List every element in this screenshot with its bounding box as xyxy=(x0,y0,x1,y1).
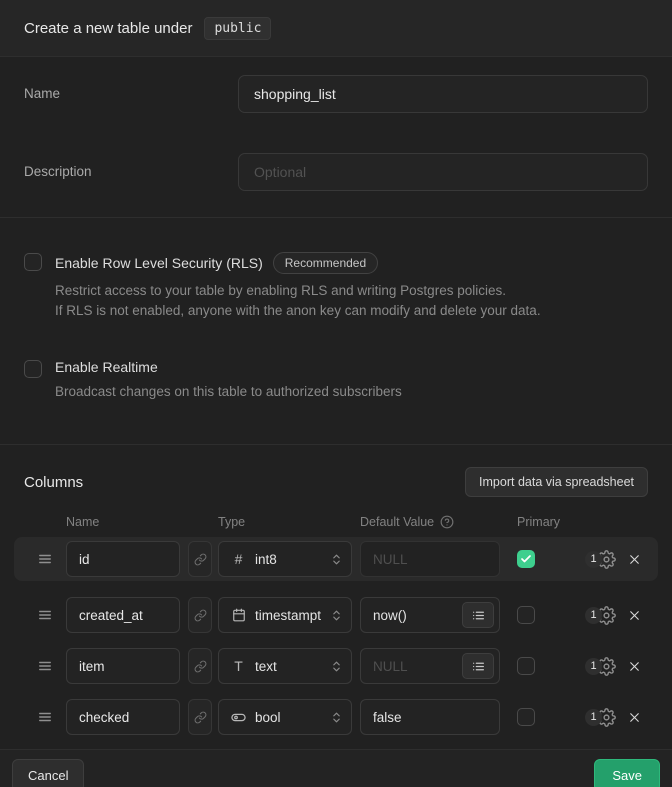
dialog-header: Create a new table under public xyxy=(0,0,672,57)
help-icon[interactable] xyxy=(440,515,454,529)
save-button[interactable]: Save xyxy=(594,759,660,787)
column-settings-button[interactable]: 1 xyxy=(585,550,616,569)
settings-count-badge: 1 xyxy=(585,658,602,675)
columns-header-row: Name Type Default Value Primary xyxy=(14,515,658,529)
close-icon xyxy=(627,608,642,623)
column-type-select[interactable]: T text xyxy=(218,648,352,684)
link-icon xyxy=(194,553,207,566)
primary-checkbox[interactable] xyxy=(517,550,535,568)
chevrons-up-down-icon xyxy=(330,660,343,673)
list-icon xyxy=(472,660,485,673)
column-settings-button[interactable]: 1 xyxy=(585,657,616,676)
column-row: # int8 NULL 1 xyxy=(14,537,658,581)
settings-count-badge: 1 xyxy=(585,709,602,726)
column-name-input[interactable] xyxy=(66,648,180,684)
default-value-list-button[interactable] xyxy=(462,653,494,679)
name-label: Name xyxy=(24,75,238,101)
close-icon xyxy=(627,710,642,725)
check-icon xyxy=(520,553,532,565)
remove-column-button[interactable] xyxy=(627,659,642,674)
import-spreadsheet-button[interactable]: Import data via spreadsheet xyxy=(465,467,648,497)
column-header-type: Type xyxy=(218,515,352,529)
columns-section: Columns Import data via spreadsheet Name… xyxy=(0,445,672,749)
foreign-key-button[interactable] xyxy=(188,597,212,633)
cancel-button[interactable]: Cancel xyxy=(12,759,84,787)
name-input[interactable] xyxy=(238,75,648,113)
hash-icon: # xyxy=(231,551,246,567)
column-row: bool false 1 xyxy=(14,695,658,739)
column-settings-button[interactable]: 1 xyxy=(585,606,616,625)
realtime-option: Enable Realtime Broadcast changes on thi… xyxy=(24,359,648,402)
column-header-primary: Primary xyxy=(517,515,560,529)
chevrons-up-down-icon xyxy=(330,711,343,724)
rls-label: Enable Row Level Security (RLS) xyxy=(55,255,263,271)
realtime-checkbox[interactable] xyxy=(24,360,42,378)
description-label: Description xyxy=(24,153,238,179)
foreign-key-button[interactable] xyxy=(188,648,212,684)
primary-checkbox[interactable] xyxy=(517,708,535,726)
rls-checkbox[interactable] xyxy=(24,253,42,271)
column-type-select[interactable]: # int8 xyxy=(218,541,352,577)
columns-title: Columns xyxy=(24,474,83,491)
remove-column-button[interactable] xyxy=(627,608,642,623)
rls-option: Enable Row Level Security (RLS) Recommen… xyxy=(24,252,648,321)
column-name-input[interactable] xyxy=(66,597,180,633)
calendar-icon xyxy=(231,608,246,622)
drag-handle-icon[interactable] xyxy=(38,659,52,673)
chevrons-up-down-icon xyxy=(330,553,343,566)
remove-column-button[interactable] xyxy=(627,710,642,725)
boolean-icon xyxy=(231,710,246,725)
column-name-input[interactable] xyxy=(66,699,180,735)
link-icon xyxy=(194,711,207,724)
column-type-select[interactable]: bool xyxy=(218,699,352,735)
name-field: Name xyxy=(24,75,648,113)
column-header-default: Default Value xyxy=(360,515,434,529)
list-icon xyxy=(472,609,485,622)
settings-count-badge: 1 xyxy=(585,551,602,568)
schema-badge: public xyxy=(204,17,271,40)
default-value-list-button[interactable] xyxy=(462,602,494,628)
default-value-input[interactable]: NULL xyxy=(360,648,500,684)
link-icon xyxy=(194,660,207,673)
table-options-section: Enable Row Level Security (RLS) Recommen… xyxy=(0,218,672,445)
description-input[interactable] xyxy=(238,153,648,191)
primary-checkbox[interactable] xyxy=(517,606,535,624)
recommended-badge: Recommended xyxy=(273,252,378,274)
column-type-select[interactable]: timestamptz xyxy=(218,597,352,633)
drag-handle-icon[interactable] xyxy=(38,552,52,566)
link-icon xyxy=(194,609,207,622)
create-table-dialog: Create a new table under public Name Des… xyxy=(0,0,672,787)
close-icon xyxy=(627,552,642,567)
realtime-label: Enable Realtime xyxy=(55,359,158,375)
dialog-title: Create a new table under xyxy=(24,20,192,37)
realtime-description: Broadcast changes on this table to autho… xyxy=(55,382,402,402)
column-settings-button[interactable]: 1 xyxy=(585,708,616,727)
column-name-input[interactable] xyxy=(66,541,180,577)
text-type-icon: T xyxy=(231,658,246,674)
default-value-input[interactable]: now() xyxy=(360,597,500,633)
column-row: T text NULL xyxy=(14,644,658,688)
chevrons-up-down-icon xyxy=(330,609,343,622)
primary-checkbox[interactable] xyxy=(517,657,535,675)
default-value-input: NULL xyxy=(360,541,500,577)
column-header-name: Name xyxy=(66,515,180,529)
drag-handle-icon[interactable] xyxy=(38,710,52,724)
rls-description: Restrict access to your table by enablin… xyxy=(55,281,541,321)
table-info-section: Name Description xyxy=(0,57,672,218)
remove-column-button[interactable] xyxy=(627,552,642,567)
dialog-footer: Cancel Save xyxy=(0,749,672,787)
foreign-key-button[interactable] xyxy=(188,699,212,735)
foreign-key-button[interactable] xyxy=(188,541,212,577)
settings-count-badge: 1 xyxy=(585,607,602,624)
default-value-input[interactable]: false xyxy=(360,699,500,735)
column-row: timestamptz now() xyxy=(14,593,658,637)
drag-handle-icon[interactable] xyxy=(38,608,52,622)
close-icon xyxy=(627,659,642,674)
description-field: Description xyxy=(24,153,648,191)
